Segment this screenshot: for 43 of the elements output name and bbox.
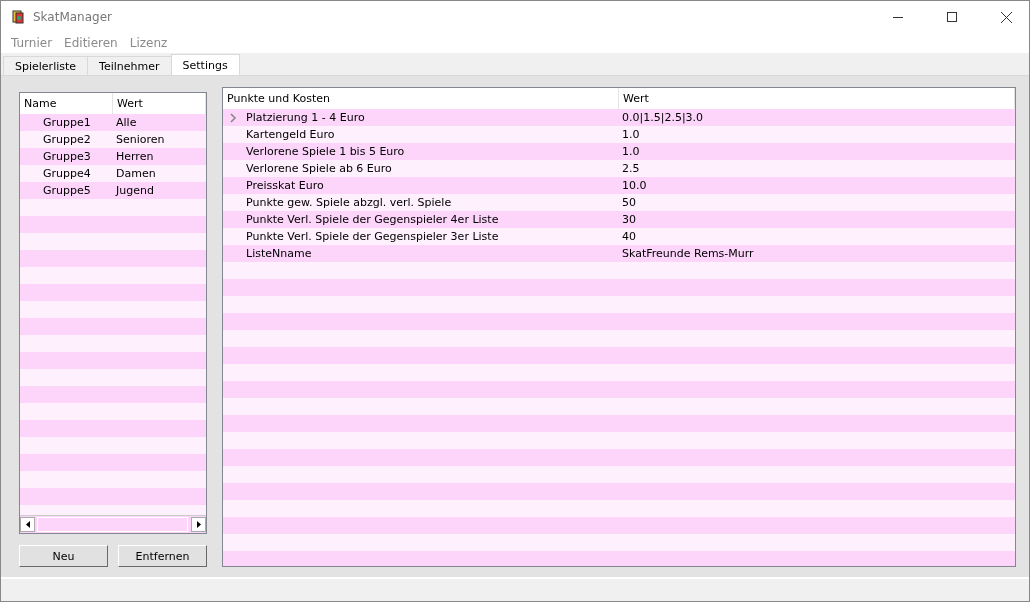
table-cell-text: Senioren	[115, 133, 166, 146]
table-cell: Punkte Verl. Spiele der Gegenspieler 4er Liste	[246, 213, 499, 226]
table-cell: Platzierung 1 - 4 Euro	[246, 111, 365, 124]
chevron-icon[interactable]	[229, 112, 237, 123]
table-cell-text: Jugend	[114, 184, 155, 197]
table-cell-text: 2.5	[621, 162, 641, 175]
table-cell: Punkte gew. Spiele abzgl. verl. Spiele	[246, 196, 452, 209]
action-button[interactable]: Entfernen	[118, 545, 207, 567]
window-title: SkatManager	[33, 10, 113, 24]
table-cell-text: 1.0	[621, 128, 641, 141]
table-cell-text: Gruppe1	[42, 116, 92, 129]
table-cell-text: Gruppe2	[42, 133, 92, 146]
table-cell-text: 1.0	[621, 145, 641, 158]
table-cell-text: 50	[621, 196, 637, 209]
menu-item[interactable]: Turnier	[5, 36, 59, 50]
tab[interactable]: Settings	[170, 54, 240, 75]
minimize-icon	[893, 16, 903, 18]
menu-item[interactable]: Editieren	[58, 36, 124, 50]
app-icon	[11, 10, 25, 24]
table-cell-text: 30	[621, 213, 637, 226]
table-cell: Preisskat Euro	[246, 179, 324, 192]
right-arrow-icon[interactable]	[196, 521, 201, 528]
table-cell-text: Gruppe4	[42, 167, 92, 180]
close-icon	[1000, 11, 1012, 23]
maximize-icon	[947, 12, 957, 22]
table-cell: Verlorene Spiele 1 bis 5 Euro	[246, 145, 405, 158]
table-cell-text: Gruppe5	[42, 184, 92, 197]
horizontal-scrollbar[interactable]	[20, 515, 206, 533]
table-cell-text: Damen	[115, 167, 157, 180]
tab[interactable]: Spielerliste	[3, 56, 89, 75]
table-cell: ListeNname	[246, 247, 312, 260]
table-cell: Punkte Verl. Spiele der Gegenspieler 3er Liste	[246, 230, 499, 243]
left-arrow-icon[interactable]	[25, 521, 30, 528]
table-cell: Kartengeld Euro	[246, 128, 335, 141]
table-cell-text: 0.0|1.5|2.5|3.0	[621, 111, 705, 124]
action-button[interactable]: Neu	[19, 545, 108, 567]
table-cell-text: Gruppe3	[42, 150, 92, 163]
table-cell-text: Alle	[115, 116, 138, 129]
table-cell-text: SkatFreunde Rems-Murr	[621, 247, 755, 260]
table-cell-text: 40	[621, 230, 637, 243]
table-cell-text: 10.0	[621, 179, 648, 192]
table-cell: Verlorene Spiele ab 6 Euro	[246, 162, 392, 175]
table-cell-text: Herren	[115, 150, 155, 163]
